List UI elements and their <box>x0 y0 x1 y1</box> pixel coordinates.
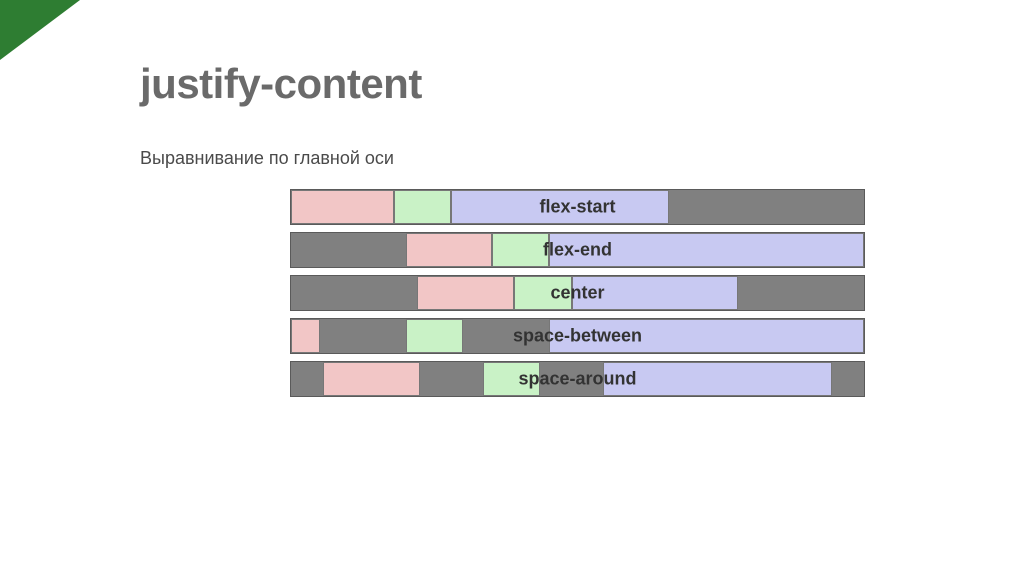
item-green <box>483 362 540 396</box>
item-purple <box>549 319 864 353</box>
slide-content: justify-content Выравнивание по главной … <box>0 0 1024 397</box>
item-green <box>406 319 463 353</box>
row-space-around: space-around <box>290 361 865 397</box>
row-space-between: space-between <box>290 318 865 354</box>
item-pink <box>417 276 514 310</box>
item-green <box>492 233 549 267</box>
item-green <box>514 276 571 310</box>
flex-examples: flex-start flex-end center space-between… <box>290 189 865 397</box>
item-pink <box>406 233 492 267</box>
row-center: center <box>290 275 865 311</box>
item-purple <box>603 362 832 396</box>
page-subtitle: Выравнивание по главной оси <box>140 148 1024 169</box>
row-flex-end: flex-end <box>290 232 865 268</box>
item-pink <box>323 362 420 396</box>
item-green <box>394 190 451 224</box>
item-purple <box>572 276 738 310</box>
item-pink <box>291 319 320 353</box>
item-purple <box>451 190 669 224</box>
item-pink <box>291 190 394 224</box>
page-title: justify-content <box>140 60 1024 108</box>
row-flex-start: flex-start <box>290 189 865 225</box>
item-purple <box>549 233 864 267</box>
